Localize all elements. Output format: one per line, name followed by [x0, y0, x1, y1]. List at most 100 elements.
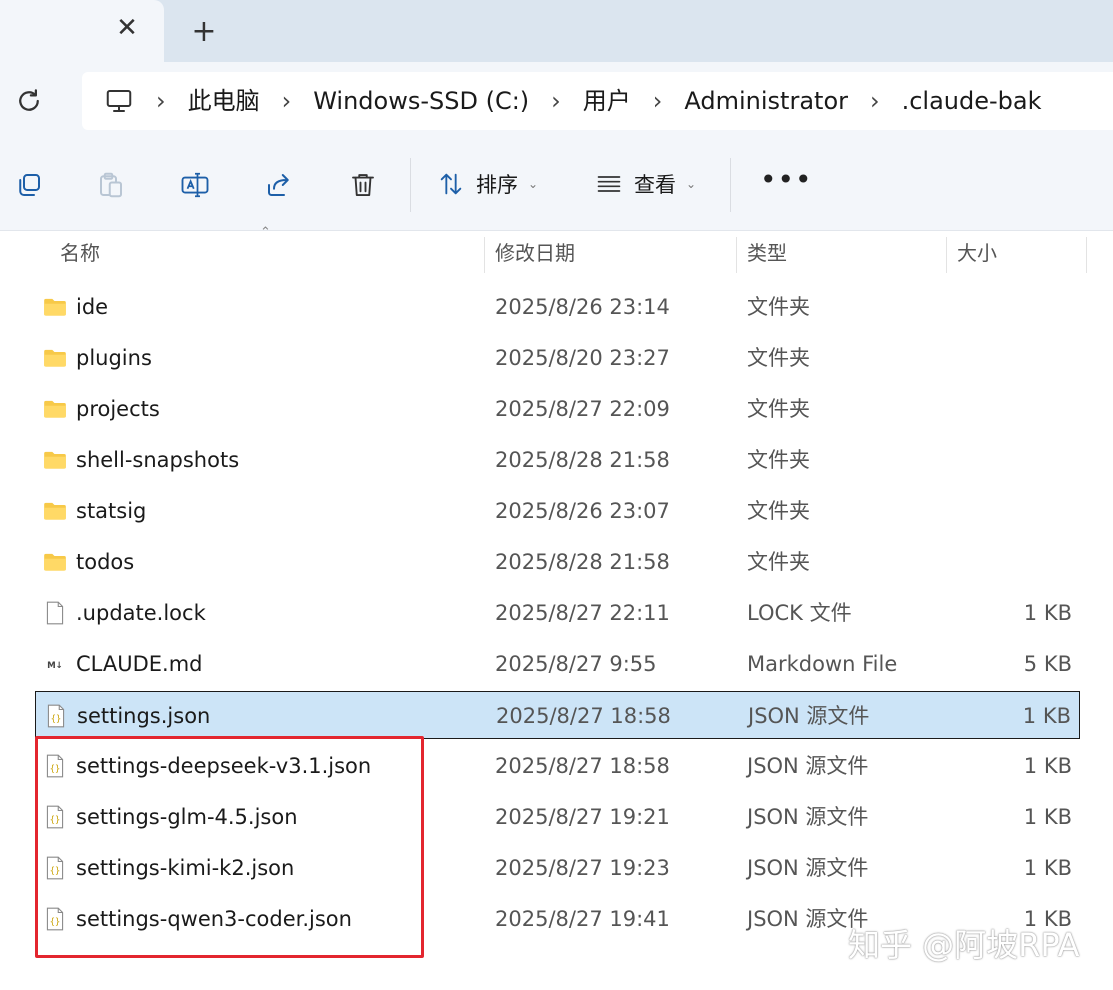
chevron-right-icon[interactable]: › [848, 72, 902, 130]
file-type: 文件夹 [747, 397, 810, 421]
column-header-row: ⌃ 名称 修改日期 类型 大小 [0, 225, 1113, 277]
column-divider[interactable] [484, 237, 485, 273]
column-type[interactable]: 类型 [747, 231, 787, 277]
file-name: settings-deepseek-v3.1.json [76, 754, 372, 778]
folder-icon [42, 294, 68, 320]
close-tab-icon[interactable]: ✕ [113, 14, 141, 42]
file-name: shell-snapshots [76, 448, 240, 472]
address-bar[interactable]: › 此电脑 › Windows-SSD (C:) › 用户 › Administ… [82, 72, 1113, 130]
watermark: 知乎 @阿坡RPA [848, 926, 1080, 964]
sort-button[interactable]: 排序 ⌄ [436, 166, 538, 202]
file-row[interactable]: plugins 2025/8/20 23:27 文件夹 [35, 334, 1080, 382]
file-name: settings-qwen3-coder.json [76, 907, 352, 931]
view-button[interactable]: 查看 ⌄ [594, 166, 696, 202]
folder-icon [42, 396, 68, 422]
breadcrumb-current-folder[interactable]: .claude-bak [902, 72, 1042, 130]
chevron-down-icon: ⌄ [528, 177, 539, 191]
file-size: 1 KB [1023, 754, 1072, 778]
paste-icon[interactable] [96, 169, 126, 201]
command-bar: 排序 ⌄ 查看 ⌄ ••• [0, 140, 1113, 231]
file-date: 2025/8/27 9:55 [495, 652, 657, 676]
file-date: 2025/8/28 21:58 [495, 448, 670, 472]
file-name: settings-kimi-k2.json [76, 856, 295, 880]
file-row[interactable]: todos 2025/8/28 21:58 文件夹 [35, 538, 1080, 586]
file-type: JSON 源文件 [747, 805, 869, 829]
file-name: settings.json [77, 704, 211, 728]
file-row[interactable]: projects 2025/8/27 22:09 文件夹 [35, 385, 1080, 433]
file-row[interactable]: statsig 2025/8/26 23:07 文件夹 [35, 487, 1080, 535]
json-file-icon: {} [43, 703, 69, 729]
file-row[interactable]: {} settings-glm-4.5.json 2025/8/27 19:21 JS… [35, 793, 1080, 841]
file-size: 1 KB [1023, 805, 1072, 829]
file-row[interactable]: {} settings-kimi-k2.json 2025/8/27 19:23 JS… [35, 844, 1080, 892]
column-date[interactable]: 修改日期 [495, 231, 575, 277]
chevron-right-icon[interactable]: › [631, 72, 685, 130]
chevron-down-icon: ⌄ [686, 177, 697, 191]
tab-strip: ✕ + [0, 0, 1113, 62]
file-date: 2025/8/26 23:07 [495, 499, 670, 523]
folder-icon [42, 549, 68, 575]
file-date: 2025/8/27 18:58 [495, 754, 670, 778]
file-type: JSON 源文件 [747, 856, 869, 880]
breadcrumb-this-pc[interactable]: 此电脑 [188, 72, 260, 130]
file-name: statsig [76, 499, 147, 523]
svg-text:{}: {} [50, 815, 60, 825]
file-type: 文件夹 [747, 346, 810, 370]
json-file-icon: {} [42, 855, 68, 881]
file-date: 2025/8/27 19:41 [495, 907, 670, 931]
json-file-icon: {} [42, 804, 68, 830]
chevron-right-icon[interactable]: › [529, 72, 583, 130]
chevron-right-icon[interactable]: › [260, 72, 314, 130]
refresh-icon[interactable] [14, 86, 44, 116]
view-label: 查看 [634, 173, 676, 197]
file-row[interactable]: .update.lock 2025/8/27 22:11 LOCK 文件 1 KB [35, 589, 1080, 637]
file-date: 2025/8/27 18:58 [496, 704, 671, 728]
view-icon [597, 176, 621, 192]
share-icon[interactable] [264, 169, 294, 201]
sort-ascending-icon: ⌃ [260, 225, 271, 240]
active-tab[interactable]: ✕ [0, 0, 164, 62]
more-icon[interactable]: ••• [760, 166, 812, 200]
rename-icon[interactable] [180, 169, 210, 201]
column-divider[interactable] [736, 237, 737, 273]
folder-icon [42, 498, 68, 524]
file-date: 2025/8/27 19:21 [495, 805, 670, 829]
column-divider[interactable] [946, 237, 947, 273]
svg-text:M↓: M↓ [47, 661, 63, 671]
file-date: 2025/8/27 22:11 [495, 601, 670, 625]
json-file-icon: {} [42, 906, 68, 932]
new-tab-button[interactable]: + [188, 17, 220, 49]
toolbar-divider [730, 158, 731, 212]
file-date: 2025/8/20 23:27 [495, 346, 670, 370]
file-date: 2025/8/27 19:23 [495, 856, 670, 880]
column-divider[interactable] [1086, 237, 1087, 273]
file-date: 2025/8/26 23:14 [495, 295, 670, 319]
column-size[interactable]: 大小 [957, 231, 997, 277]
file-row[interactable]: shell-snapshots 2025/8/28 21:58 文件夹 [35, 436, 1080, 484]
markdown-file-icon: M↓ [42, 651, 68, 677]
breadcrumb-users[interactable]: 用户 [583, 72, 631, 130]
svg-text:{}: {} [50, 764, 60, 774]
file-row-selected[interactable]: {} settings.json 2025/8/27 18:58 JSON 源文件 1 … [35, 691, 1080, 739]
breadcrumb-drive[interactable]: Windows-SSD (C:) [313, 72, 529, 130]
copy-icon[interactable] [14, 169, 44, 201]
file-row[interactable]: M↓ CLAUDE.md 2025/8/27 9:55 Markdown File 5 … [35, 640, 1080, 688]
file-name: ide [76, 295, 109, 319]
file-type: 文件夹 [747, 550, 810, 574]
sort-label: 排序 [476, 173, 518, 197]
svg-text:{}: {} [50, 866, 60, 876]
computer-icon[interactable] [104, 86, 134, 116]
chevron-right-icon[interactable]: › [134, 72, 188, 130]
column-name[interactable]: 名称 [60, 231, 100, 277]
delete-icon[interactable] [348, 169, 378, 201]
file-icon [42, 600, 68, 626]
file-date: 2025/8/27 22:09 [495, 397, 670, 421]
file-row[interactable]: {} settings-deepseek-v3.1.json 2025/8/27 1… [35, 742, 1080, 790]
file-name: settings-glm-4.5.json [76, 805, 298, 829]
json-file-icon: {} [42, 753, 68, 779]
svg-text:{}: {} [51, 714, 61, 724]
breadcrumb-administrator[interactable]: Administrator [684, 72, 848, 130]
file-name: todos [76, 550, 135, 574]
file-row[interactable]: ide 2025/8/26 23:14 文件夹 [35, 283, 1080, 331]
file-type: JSON 源文件 [748, 704, 870, 728]
